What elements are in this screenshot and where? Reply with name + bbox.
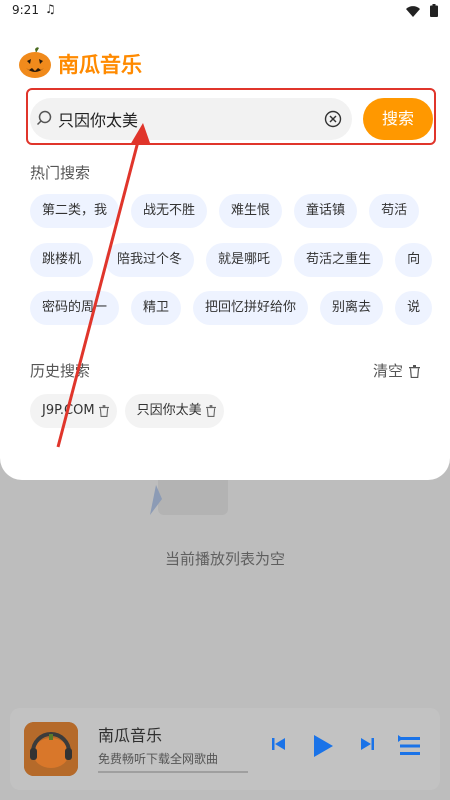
previous-icon[interactable] bbox=[272, 736, 286, 752]
hot-search-chips: 第二类，我 战无不胜 难生恨 童话镇 苟活 跳楼机 陪我过个冬 就是哪吒 苟活之重生向 密码的… bbox=[30, 194, 432, 336]
delete-icon[interactable] bbox=[98, 404, 109, 417]
hot-search-chip[interactable]: 就是哪吒 bbox=[206, 243, 283, 277]
hot-search-chip[interactable]: 别离去 bbox=[320, 291, 384, 325]
player-progress-bar[interactable] bbox=[98, 771, 248, 773]
next-icon[interactable] bbox=[360, 736, 374, 752]
hot-search-chip[interactable]: 苟活 bbox=[369, 194, 420, 228]
app-name: 南瓜音乐 bbox=[58, 53, 142, 77]
hot-search-chip[interactable]: 把回忆拼好给你 bbox=[193, 291, 309, 325]
history-item-label: J9P.COM bbox=[42, 403, 95, 418]
clear-history-label: 清空 bbox=[372, 362, 403, 380]
hot-search-row: 第二类，我 战无不胜 难生恨 童话镇 苟活 bbox=[30, 194, 431, 228]
hot-search-chip[interactable]: 难生恨 bbox=[219, 194, 283, 228]
trash-icon bbox=[409, 365, 420, 379]
hot-search-chip[interactable]: 说 bbox=[395, 291, 432, 325]
clear-history-button[interactable]: 清空 bbox=[373, 360, 420, 381]
playlist-icon[interactable] bbox=[398, 734, 422, 758]
hot-search-chip[interactable]: 向 bbox=[395, 243, 432, 277]
status-bar: 9:21 ♫ bbox=[0, 0, 450, 22]
pumpkin-logo-icon bbox=[19, 47, 51, 78]
history-item[interactable]: J9P.COM bbox=[30, 394, 117, 428]
hot-search-row: 跳楼机 陪我过个冬 就是哪吒 苟活之重生向 bbox=[30, 243, 432, 277]
search-sheet: 9:21 ♫ 南瓜音乐 搜索 热门搜索 第二类， bbox=[0, 0, 450, 480]
hot-search-chip[interactable]: 战无不胜 bbox=[131, 194, 208, 228]
hot-search-chip[interactable]: 跳楼机 bbox=[30, 243, 94, 277]
hot-search-chip[interactable]: 陪我过个冬 bbox=[105, 243, 195, 277]
history-item[interactable]: 只因你太美 bbox=[124, 394, 224, 428]
player-title: 南瓜音乐 bbox=[98, 726, 163, 745]
music-note-icon: ♫ bbox=[45, 2, 56, 16]
hot-search-chip[interactable]: 精卫 bbox=[131, 291, 182, 325]
pumpkin-headphones-icon bbox=[24, 722, 78, 776]
mini-player[interactable]: 南瓜音乐 免费畅听下载全网歌曲 bbox=[10, 708, 440, 790]
hot-search-chip[interactable]: 第二类，我 bbox=[30, 194, 120, 228]
player-subtitle: 免费畅听下载全网歌曲 bbox=[98, 752, 219, 766]
hot-search-chip[interactable]: 童话镇 bbox=[294, 194, 358, 228]
hot-search-chip[interactable]: 密码的周一 bbox=[30, 291, 120, 325]
empty-playlist-text: 当前播放列表为空 bbox=[164, 550, 285, 568]
hot-search-chip[interactable]: 苟活之重生 bbox=[294, 243, 384, 277]
history-search-title: 历史搜索 bbox=[30, 362, 91, 380]
battery-icon bbox=[430, 4, 438, 17]
album-cover[interactable] bbox=[24, 722, 78, 776]
status-time: 9:21 bbox=[12, 3, 39, 17]
delete-icon[interactable] bbox=[205, 404, 216, 417]
history-item-label: 只因你太美 bbox=[136, 403, 202, 418]
status-icons bbox=[406, 4, 438, 20]
hot-search-title: 热门搜索 bbox=[30, 164, 91, 182]
annotation-highlight-box bbox=[26, 88, 436, 145]
history-list: J9P.COM 只因你太美 bbox=[30, 394, 232, 428]
hot-search-row: 密码的周一 精卫 把回忆拼好给你 别离去说 bbox=[30, 291, 432, 325]
wifi-icon bbox=[406, 6, 421, 18]
play-icon[interactable] bbox=[312, 734, 334, 758]
